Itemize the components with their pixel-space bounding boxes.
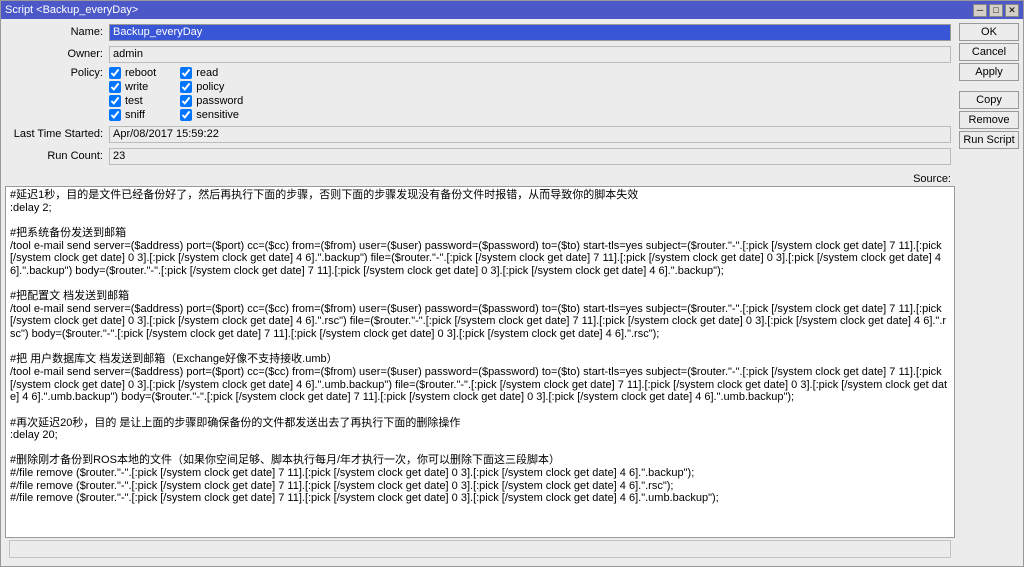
owner-field (109, 46, 951, 63)
close-icon[interactable]: ✕ (1005, 4, 1019, 17)
cancel-button[interactable]: Cancel (959, 43, 1019, 61)
policy-password[interactable]: password (180, 95, 243, 107)
laststart-label: Last Time Started: (9, 128, 109, 140)
policy-sniff[interactable]: sniff (109, 109, 156, 121)
maximize-icon[interactable]: □ (989, 4, 1003, 17)
window-controls: ─ □ ✕ (973, 4, 1019, 17)
window-title: Script <Backup_everyDay> (5, 4, 973, 16)
runcount-field (109, 148, 951, 165)
source-label: Source: (5, 173, 955, 185)
button-column: OK Cancel Apply Copy Remove Run Script (959, 23, 1019, 562)
policy-grid: reboot write test sniff read policy pass… (109, 67, 243, 121)
name-field[interactable] (109, 24, 951, 41)
minimize-icon[interactable]: ─ (973, 4, 987, 17)
policy-reboot[interactable]: reboot (109, 67, 156, 79)
titlebar: Script <Backup_everyDay> ─ □ ✕ (1, 1, 1023, 19)
runcount-label: Run Count: (9, 150, 109, 162)
script-dialog: Script <Backup_everyDay> ─ □ ✕ Name: Own… (0, 0, 1024, 567)
statusbar (9, 540, 951, 558)
remove-button[interactable]: Remove (959, 111, 1019, 129)
ok-button[interactable]: OK (959, 23, 1019, 41)
source-editor[interactable]: #延迟1秒，目的是文件已经备份好了，然后再执行下面的步骤，否则下面的步骤发现没有… (5, 186, 955, 538)
policy-read[interactable]: read (180, 67, 243, 79)
policy-test[interactable]: test (109, 95, 156, 107)
policy-write[interactable]: write (109, 81, 156, 93)
laststart-field (109, 126, 951, 143)
owner-label: Owner: (9, 48, 109, 60)
name-label: Name: (9, 26, 109, 38)
policy-sensitive[interactable]: sensitive (180, 109, 243, 121)
main-column: Name: Owner: Policy: reboot write test s (5, 23, 955, 562)
content-area: Name: Owner: Policy: reboot write test s (1, 19, 1023, 566)
copy-button[interactable]: Copy (959, 91, 1019, 109)
policy-label: Policy: (9, 67, 109, 79)
form-area: Name: Owner: Policy: reboot write test s (5, 23, 955, 173)
apply-button[interactable]: Apply (959, 63, 1019, 81)
policy-policy[interactable]: policy (180, 81, 243, 93)
run-script-button[interactable]: Run Script (959, 131, 1019, 149)
